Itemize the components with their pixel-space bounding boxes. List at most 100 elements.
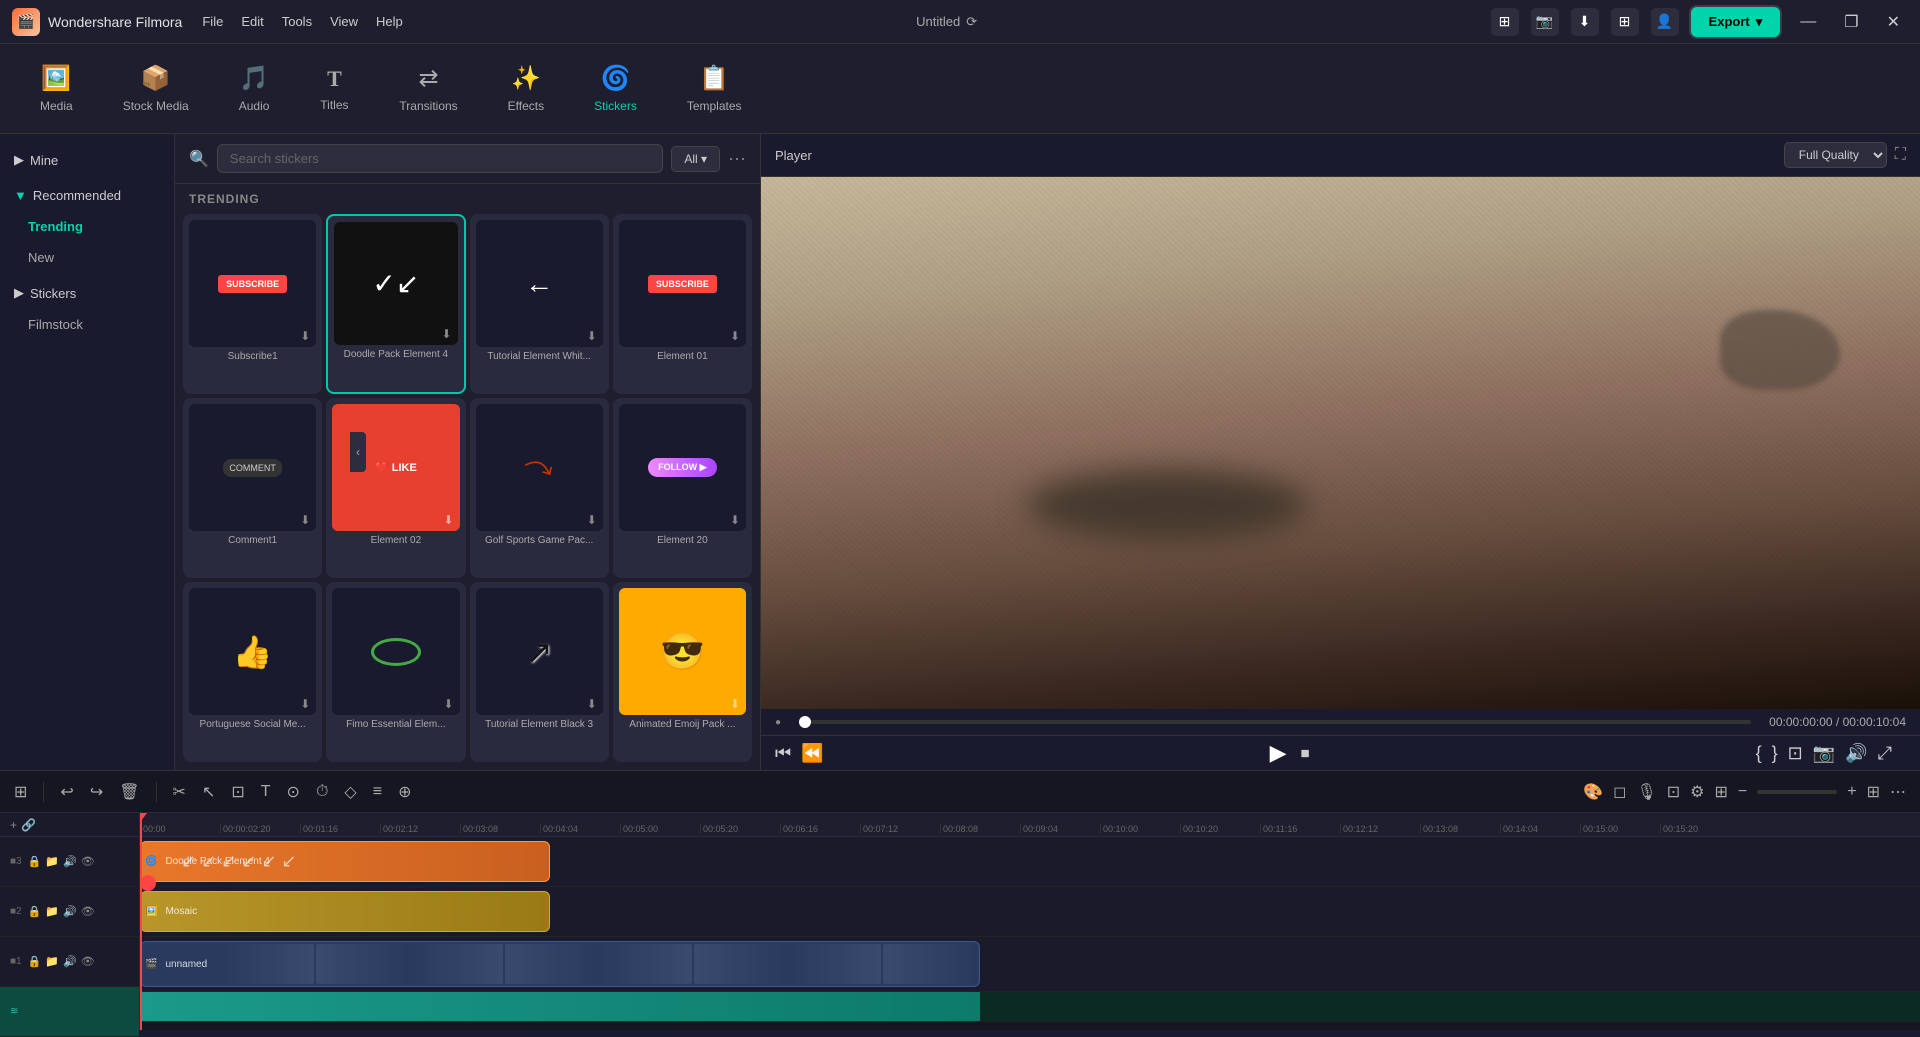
menu-file[interactable]: File [202, 14, 223, 29]
tab-stickers[interactable]: 🌀 Stickers [574, 56, 657, 121]
export-button[interactable]: Export ▾ [1691, 7, 1781, 37]
tab-titles[interactable]: T Titles [299, 58, 369, 120]
progress-bar[interactable] [799, 720, 1751, 724]
sticker-item-animated-emoji[interactable]: 😎 ⬇ Animated Emoij Pack ... [613, 582, 752, 762]
track-row-2[interactable]: 🖼️ Mosaic [140, 887, 1920, 937]
tab-templates[interactable]: 📋 Templates [667, 56, 762, 121]
tab-transitions[interactable]: ⇄ Transitions [379, 56, 477, 121]
menu-tools[interactable]: Tools [282, 14, 312, 29]
color-grading-button[interactable]: 🎨 [1583, 782, 1603, 802]
delete-button[interactable]: 🗑 [119, 782, 139, 802]
sticker-item-element02[interactable]: ❤️ LIKE ⬇ Element 02 [326, 398, 465, 578]
track1-lock-button[interactable]: 🔒 [28, 955, 42, 968]
stabilize-button[interactable]: ⊕ [398, 782, 411, 802]
frame-back-button[interactable]: ⏪ [801, 743, 823, 764]
track3-audio-button[interactable]: 🔊 [63, 855, 77, 868]
track2-folder-button[interactable]: 📁 [45, 905, 59, 918]
track1-folder-button[interactable]: 📁 [45, 955, 59, 968]
undo-button[interactable]: ↩ [60, 782, 73, 802]
playhead[interactable] [140, 813, 142, 1030]
audio-clip[interactable] [140, 992, 980, 1021]
sidebar-recommended-header[interactable]: ▼ Recommended [0, 180, 174, 211]
track2-lock-button[interactable]: 🔒 [28, 905, 42, 918]
crop-button[interactable]: ⊡ [1788, 743, 1803, 764]
volume-button[interactable]: 🔊 [1845, 743, 1867, 764]
tab-effects[interactable]: ✨ Effects [488, 56, 564, 121]
menu-edit[interactable]: Edit [241, 14, 263, 29]
minimize-button[interactable]: — [1792, 13, 1824, 31]
quality-select[interactable]: Full Quality 1/2 1/4 [1784, 142, 1887, 168]
link-button[interactable]: 🔗 [21, 818, 36, 832]
zoom-out-button[interactable]: − [1738, 783, 1747, 801]
ai-button[interactable]: ⚙ [1690, 782, 1704, 802]
grid-icon[interactable]: ⊞ [1611, 8, 1639, 36]
sidebar-mine-header[interactable]: ▶ Mine [0, 144, 174, 176]
track2-audio-button[interactable]: 🔊 [63, 905, 77, 918]
sidebar-collapse-button[interactable]: ‹ [350, 432, 366, 472]
mic-button[interactable]: 🎙 [1636, 782, 1656, 802]
layout-icon[interactable]: ⊞ [1491, 8, 1519, 36]
download-icon-tb[interactable]: ⬇ [1571, 8, 1599, 36]
sticker-item-element20[interactable]: FOLLOW ▶ ⬇ Element 20 [613, 398, 752, 578]
progress-thumb[interactable] [799, 716, 811, 728]
snapshot-btn[interactable]: 📷 [1813, 743, 1835, 764]
skip-back-button[interactable]: ⏮ [775, 743, 791, 764]
menu-view[interactable]: View [330, 14, 358, 29]
subtitle-button[interactable]: ⊞ [1715, 782, 1728, 802]
track2-eye-button[interactable]: 👁 [81, 905, 95, 918]
track3-folder-button[interactable]: 📁 [45, 855, 59, 868]
track-row-1[interactable]: 🎬 unnamed [140, 937, 1920, 992]
sticker-item-comment1[interactable]: COMMENT ⬇ Comment1 [183, 398, 322, 578]
fullscreen-button[interactable]: ⤢ [1878, 743, 1892, 764]
more-tl-button[interactable]: ⋯ [1890, 782, 1906, 802]
filter-button[interactable]: All ▾ [671, 146, 720, 172]
sticker-item-fimo[interactable]: ⬇ Fimo Essential Elem... [326, 582, 465, 762]
close-button[interactable]: ✕ [1879, 12, 1908, 32]
track1-audio-button[interactable]: 🔊 [63, 955, 77, 968]
search-input[interactable] [217, 144, 663, 173]
sticker-item-element01[interactable]: SUBSCRIBE ⬇ Element 01 [613, 214, 752, 394]
more-options-button[interactable]: ··· [728, 148, 746, 169]
timer-button[interactable]: ⏱ [316, 783, 328, 801]
sticker-item-tutorial-whit[interactable]: ← ⬇ Tutorial Element Whit... [470, 214, 609, 394]
sidebar-item-filmstock[interactable]: Filmstock [0, 309, 174, 340]
sidebar-item-new[interactable]: New [0, 242, 174, 273]
sticker-item-subscribe1[interactable]: SUBSCRIBE ⬇ Subscribe1 [183, 214, 322, 394]
track3-eye-button[interactable]: 👁 [81, 855, 95, 868]
avatar-icon[interactable]: 👤 [1651, 8, 1679, 36]
transition-tl-button[interactable]: ⊡ [1667, 782, 1680, 802]
mask-button[interactable]: ◻ [1613, 782, 1626, 802]
zoom-slider[interactable] [1757, 790, 1837, 794]
zoom-in-button[interactable]: + [1847, 783, 1856, 801]
sidebar-stickers-header[interactable]: ▶ Stickers [0, 277, 174, 309]
view-toggle-button[interactable]: ⊞ [1867, 782, 1880, 802]
track3-lock-button[interactable]: 🔒 [28, 855, 42, 868]
mark-out-button[interactable]: } [1772, 743, 1778, 764]
add-track-button[interactable]: ⊞ [14, 782, 27, 802]
track-row-3[interactable]: 🌀 Doodle Pack Element 4 ↙ ↙ ↙ ↙ ↙ ↙ [140, 837, 1920, 887]
clip-doodle[interactable]: 🌀 Doodle Pack Element 4 ↙ ↙ ↙ ↙ ↙ ↙ [140, 841, 550, 882]
color-button[interactable]: ◇ [344, 782, 356, 802]
sticker-item-golf[interactable]: ⤵ ⬇ Golf Sports Game Pac... [470, 398, 609, 578]
sticker-item-doodle4[interactable]: ✓↙ ⬇ Doodle Pack Element 4 [326, 214, 465, 394]
clip-unnamed[interactable]: 🎬 unnamed [140, 941, 980, 987]
sticker-item-tutorial-black[interactable]: ↗ ⬇ Tutorial Element Black 3 [470, 582, 609, 762]
audio-tl-button[interactable]: ≡ [373, 783, 382, 801]
redo-button[interactable]: ↪ [90, 782, 103, 802]
crop-tl-button[interactable]: ⊡ [231, 782, 244, 802]
mark-in-button[interactable]: { [1756, 743, 1762, 764]
track1-eye-button[interactable]: 👁 [81, 955, 95, 968]
tab-audio[interactable]: 🎵 Audio [219, 56, 290, 121]
text-button[interactable]: T [261, 783, 271, 801]
speed-button[interactable]: ⊙ [287, 782, 300, 802]
play-button[interactable]: ▶ [1270, 740, 1287, 766]
sticker-item-portuguese[interactable]: 👍 ⬇ Portuguese Social Me... [183, 582, 322, 762]
tab-media[interactable]: 🖼️ Media [20, 56, 93, 121]
cut-button[interactable]: ✂ [173, 782, 186, 802]
preview-expand-icon[interactable]: ⛶ [1895, 146, 1906, 164]
restore-button[interactable]: ❐ [1836, 12, 1866, 32]
tab-stock-media[interactable]: 📦 Stock Media [103, 56, 209, 121]
stop-button[interactable]: ⏹ [1301, 743, 1310, 764]
add-media-button[interactable]: + [10, 818, 17, 832]
track-row-audio[interactable] [140, 992, 1920, 1022]
